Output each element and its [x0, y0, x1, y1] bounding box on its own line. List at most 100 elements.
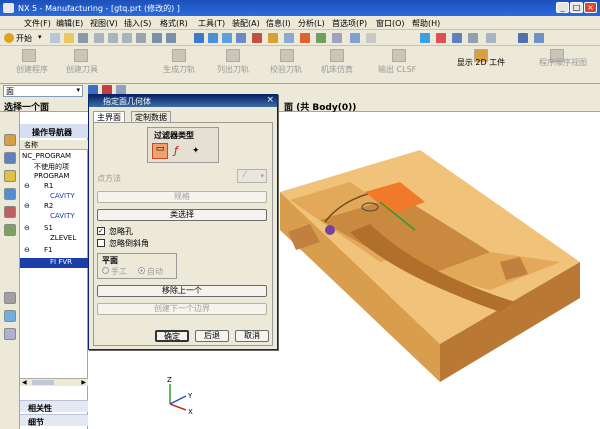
orient-view-icon[interactable] [284, 33, 294, 43]
face-filter-icon[interactable]: ▭ [152, 143, 168, 159]
delete-icon[interactable] [136, 33, 146, 43]
fit-view-icon[interactable] [194, 33, 204, 43]
create-next-boundary-button[interactable]: 创建下一个边界 [97, 303, 267, 315]
paste-icon[interactable] [122, 33, 132, 43]
type-filter-dropdown[interactable]: 面 ▾ [3, 85, 83, 97]
menu-assembly[interactable]: 装配(A) [232, 18, 260, 29]
render-style-icon[interactable] [252, 33, 262, 43]
scroll-left-icon[interactable]: ◀ [22, 379, 27, 386]
generate-path-icon[interactable] [172, 49, 186, 62]
tree-row-r1[interactable]: R1 [20, 182, 88, 192]
ignore-chamfers-checkbox[interactable] [97, 239, 105, 247]
create-tool-icon[interactable] [74, 49, 88, 62]
line-style-icon[interactable] [366, 33, 376, 43]
scrollbar-thumb[interactable] [32, 380, 54, 385]
list-path-icon[interactable] [226, 49, 240, 62]
verify-path-button[interactable]: 校验刀轨 [270, 64, 302, 75]
point-method-dropdown[interactable]: ⁄ ▾ [237, 169, 267, 183]
output-clsf-icon[interactable] [392, 49, 406, 62]
cut-icon[interactable] [94, 33, 104, 43]
manual-radio[interactable] [102, 267, 109, 274]
menu-format[interactable]: 格式(R) [160, 18, 188, 29]
verify-path-icon[interactable] [280, 49, 294, 62]
create-tool-button[interactable]: 创建刀具 [66, 64, 98, 75]
wcs-icon[interactable] [332, 33, 342, 43]
tree-row-program[interactable]: PROGRAM [20, 172, 88, 182]
dialog-close-icon[interactable]: × [266, 95, 274, 105]
generate-path-button[interactable]: 生成刀轨 [163, 64, 195, 75]
machine-nav-icon[interactable] [4, 188, 16, 200]
ok-button[interactable]: 确定 [155, 330, 189, 342]
roles-icon[interactable] [4, 328, 16, 340]
toolbar-options-icon[interactable] [468, 33, 478, 43]
tree-row-cavity-2[interactable]: CAVITY [20, 212, 88, 222]
back-button[interactable]: 后退 [195, 330, 229, 342]
measure-icon[interactable] [436, 33, 446, 43]
list-path-button[interactable]: 列出刀轨 [217, 64, 249, 75]
analysis-icon[interactable] [452, 33, 462, 43]
undo-icon[interactable] [152, 33, 162, 43]
new-file-icon[interactable] [50, 33, 60, 43]
select-icon[interactable] [420, 33, 430, 43]
create-program-button[interactable]: 创建程序 [16, 64, 48, 75]
reuse-library-icon[interactable] [4, 206, 16, 218]
output-clsf-button[interactable]: 输出 CLSF [378, 64, 416, 75]
save-icon[interactable] [78, 33, 88, 43]
scroll-right-icon[interactable]: ▶ [81, 379, 86, 386]
tree-row-r2[interactable]: R2 [20, 202, 88, 212]
history-icon[interactable] [4, 224, 16, 236]
shaded-view-icon[interactable] [268, 33, 278, 43]
menu-insert[interactable]: 插入(S) [124, 18, 151, 29]
tree-row-s1[interactable]: S1 [20, 224, 88, 234]
cancel-button[interactable]: 取消 [235, 330, 269, 342]
toolbar-more-icon[interactable] [486, 33, 496, 43]
assembly-nav-icon[interactable] [4, 134, 16, 146]
operation-nav-icon[interactable] [4, 170, 16, 182]
snap-icon[interactable] [350, 33, 360, 43]
tree-row-fi-fvr-selected[interactable]: FI FVR [20, 258, 88, 268]
open-file-icon[interactable] [64, 33, 74, 43]
ignore-holes-checkbox[interactable]: ✓ [97, 227, 105, 235]
tree-row-zlevel[interactable]: ZLEVEL [20, 234, 88, 244]
start-menu-button[interactable]: 开始 [16, 33, 32, 44]
menu-edit[interactable]: 编辑(E) [56, 18, 83, 29]
point-filter-icon[interactable]: ✦ [192, 146, 200, 156]
menu-preferences[interactable]: 首选项(P) [332, 18, 367, 29]
pan-icon[interactable] [222, 33, 232, 43]
copy-icon[interactable] [108, 33, 118, 43]
menu-file[interactable]: 文件(F) [24, 18, 51, 29]
menu-window[interactable]: 窗口(O) [376, 18, 405, 29]
menu-analysis[interactable]: 分析(L) [298, 18, 325, 29]
spec-button[interactable]: 规格 [97, 191, 267, 203]
machine-sim-button[interactable]: 机床仿真 [321, 64, 353, 75]
tree-row-cavity-1[interactable]: CAVITY [20, 192, 88, 202]
menu-info[interactable]: 信息(I) [266, 18, 291, 29]
maximize-button[interactable]: □ [570, 2, 583, 13]
machine-sim-icon[interactable] [330, 49, 344, 62]
rotate-icon[interactable] [236, 33, 246, 43]
close-button[interactable]: × [584, 2, 597, 13]
column-header-name[interactable]: 名称 [20, 140, 88, 150]
menu-tools[interactable]: 工具(T) [198, 18, 225, 29]
horizontal-scrollbar[interactable]: ◀ ▶ [20, 378, 88, 386]
class-select-button[interactable]: 类选择 [97, 209, 267, 221]
start-caret-icon[interactable]: ▾ [38, 33, 42, 41]
program-order-view-button[interactable]: 程序顺序视图 [532, 58, 594, 67]
layout-icon[interactable] [534, 33, 544, 43]
tree-row-unused[interactable]: 不使用的项 [20, 162, 88, 172]
create-program-icon[interactable] [22, 49, 36, 62]
details-panel[interactable]: 细节 [20, 414, 88, 427]
color-icon[interactable] [300, 33, 310, 43]
zoom-icon[interactable] [208, 33, 218, 43]
tree-row-f1[interactable]: F1 [20, 246, 88, 256]
dependencies-panel[interactable]: 相关性 [20, 400, 88, 413]
tree-row-nc-program[interactable]: NC_PROGRAM [20, 152, 88, 162]
layer-icon[interactable] [316, 33, 326, 43]
redo-icon[interactable] [166, 33, 176, 43]
menu-view[interactable]: 视图(V) [90, 18, 118, 29]
menu-help[interactable]: 帮助(H) [412, 18, 440, 29]
remove-previous-button[interactable]: 移除上一个 [97, 285, 267, 297]
show-2d-workpiece-button[interactable]: 显示 2D 工件 [456, 58, 506, 67]
grid-icon[interactable] [518, 33, 528, 43]
curve-filter-icon[interactable]: ƒ [174, 144, 178, 157]
